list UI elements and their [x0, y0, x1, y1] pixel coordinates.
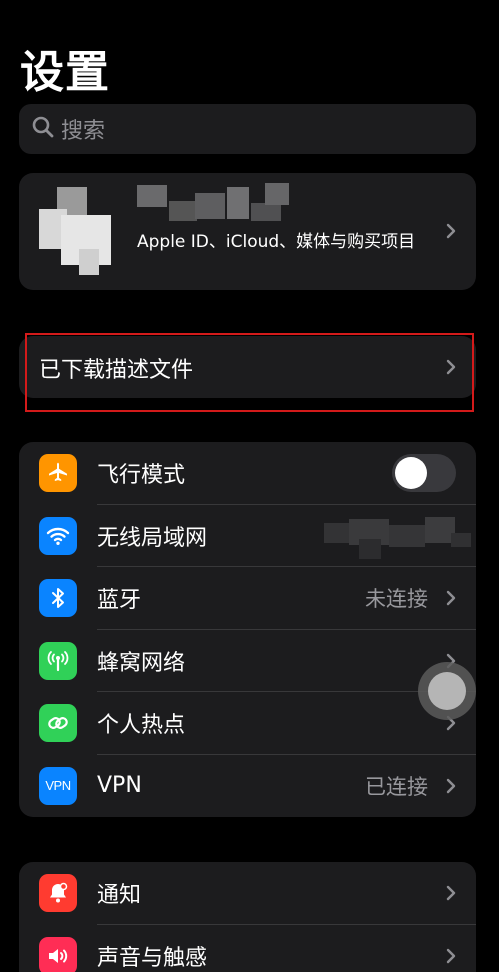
page-title: 设置 [20, 47, 110, 98]
settings-row-label: 通知 [97, 883, 142, 909]
settings-row-airplane-mode: 飞行模式 [19, 442, 476, 505]
settings-row-label: 飞行模式 [97, 463, 186, 489]
settings-row-label: 无线局域网 [97, 525, 208, 551]
settings-row-bluetooth[interactable]: 蓝牙 未连接 [19, 567, 476, 630]
vpn-icon-text: VPN [45, 778, 71, 794]
speaker-icon [39, 936, 77, 972]
bell-icon [39, 874, 77, 913]
wifi-icon [39, 516, 77, 555]
chevron-right-icon [446, 778, 456, 794]
antenna-icon [39, 641, 77, 680]
chevron-right-icon [446, 223, 456, 239]
settings-row-label: 蓝牙 [97, 588, 142, 614]
search-placeholder: 搜索 [61, 119, 106, 144]
airplane-mode-toggle[interactable] [392, 454, 456, 493]
settings-row-cellular[interactable]: 蜂窝网络 [19, 630, 476, 692]
notifications-settings-group: 通知 声音与触感 [19, 862, 476, 972]
apple-id-card[interactable]: Apple ID、iCloud、媒体与购买项目 [19, 173, 476, 290]
settings-row-label: VPN [97, 773, 142, 799]
highlight-box [25, 333, 474, 412]
vpn-status: 已连接 [365, 774, 428, 799]
settings-row-label: 蜂窝网络 [97, 650, 186, 676]
bluetooth-icon [39, 579, 77, 618]
settings-row-label: 个人热点 [97, 713, 186, 739]
airplane-icon [39, 454, 77, 493]
settings-row-notifications[interactable]: 通知 [19, 862, 476, 925]
chevron-right-icon [446, 948, 456, 964]
vpn-icon: VPN [39, 766, 77, 805]
settings-row-sounds-haptics[interactable]: 声音与触感 [19, 925, 476, 972]
settings-row-wifi[interactable]: 无线局域网 [19, 505, 476, 567]
avatar [39, 187, 119, 277]
search-bar[interactable]: 搜索 [19, 104, 476, 154]
network-settings-group: 飞行模式 无线局域网 蓝牙 未连接 蜂窝网络 个人热点 VPN VPN 已连接 [19, 442, 476, 817]
settings-row-personal-hotspot[interactable]: 个人热点 [19, 692, 476, 755]
bluetooth-status: 未连接 [365, 587, 428, 612]
assistive-touch-button[interactable] [418, 662, 476, 720]
settings-row-vpn[interactable]: VPN VPN 已连接 [19, 755, 476, 818]
hotspot-icon [39, 704, 77, 743]
account-subtitle: Apple ID、iCloud、媒体与购买项目 [137, 232, 416, 252]
chevron-right-icon [446, 590, 456, 606]
settings-row-label: 声音与触感 [97, 945, 208, 971]
chevron-right-icon [446, 885, 456, 901]
search-icon [31, 115, 55, 143]
